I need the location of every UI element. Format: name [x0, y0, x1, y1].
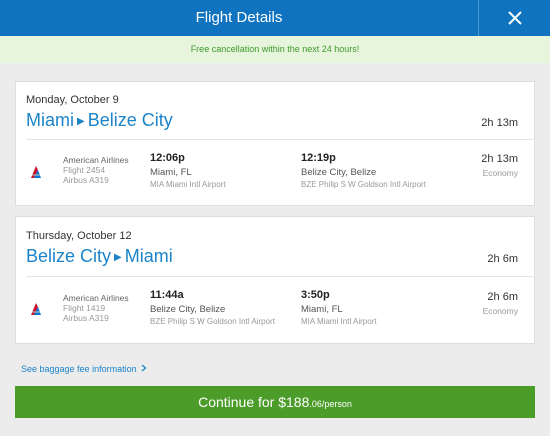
airline-name: American Airlines	[63, 293, 129, 303]
close-button[interactable]	[478, 0, 550, 36]
close-icon	[508, 11, 522, 25]
segment-duration: 2h 6m	[487, 291, 518, 303]
american-airlines-logo-icon	[31, 303, 41, 315]
divider	[26, 276, 534, 277]
continue-button-label: Continue for $188	[198, 394, 310, 410]
departure-city: Belize City, Belize	[150, 304, 226, 315]
arrival-time: 3:50p	[301, 289, 330, 301]
departure-airport: BZE Philip S W Goldson Intl Airport	[150, 317, 275, 326]
triangle-right-icon: ▶	[114, 252, 122, 263]
chevron-right-icon	[141, 364, 147, 372]
arrival-segment: 12:19p Belize City, Belize BZE Philip S …	[301, 152, 426, 191]
baggage-fee-link[interactable]: See baggage fee information	[21, 364, 147, 374]
arrival-airport: BZE Philip S W Goldson Intl Airport	[301, 180, 426, 189]
departure-segment: 12:06p Miami, FL MIA Miami Intl Airport	[150, 152, 226, 191]
trip-date: Monday, October 9	[26, 94, 119, 106]
departure-segment: 11:44a Belize City, Belize BZE Philip S …	[150, 289, 275, 328]
baggage-fee-link-label: See baggage fee information	[21, 364, 137, 374]
arrival-city: Belize City, Belize	[301, 167, 377, 178]
arrival-time: 12:19p	[301, 152, 336, 164]
trip-duration: 2h 13m	[481, 117, 518, 129]
triangle-right-icon: ▶	[77, 116, 85, 127]
trip-route: Miami ▶ Belize City	[26, 110, 173, 131]
route-origin: Miami	[26, 110, 74, 130]
trip-card-return: Thursday, October 12 Belize City ▶ Miami 2…	[15, 216, 535, 344]
trip-duration: 2h 6m	[487, 253, 518, 265]
continue-button[interactable]: Continue for $188.06/person	[15, 386, 535, 418]
airline-info: American Airlines Flight 2454 Airbus A31…	[63, 155, 129, 185]
departure-time: 12:06p	[150, 152, 185, 164]
continue-button-price-suffix: .06/person	[309, 399, 352, 409]
route-destination: Miami	[124, 246, 173, 266]
arrival-city: Miami, FL	[301, 304, 343, 315]
airline-info: American Airlines Flight 1419 Airbus A31…	[63, 293, 129, 323]
trip-route: Belize City ▶ Miami	[26, 246, 173, 267]
arrival-airport: MIA Miami Intl Airport	[301, 317, 377, 326]
flight-number: Flight 1419	[63, 303, 106, 313]
trip-date: Thursday, October 12	[26, 230, 132, 242]
aircraft-type: Airbus A319	[63, 313, 109, 323]
aircraft-type: Airbus A319	[63, 175, 109, 185]
free-cancellation-banner: Free cancellation within the next 24 hou…	[0, 36, 550, 63]
departure-city: Miami, FL	[150, 167, 192, 178]
airline-name: American Airlines	[63, 155, 129, 165]
american-airlines-logo-icon	[31, 166, 41, 178]
route-origin: Belize City	[26, 246, 112, 266]
cabin-class: Economy	[482, 168, 518, 178]
segment-duration: 2h 13m	[481, 153, 518, 165]
arrival-segment: 3:50p Miami, FL MIA Miami Intl Airport	[301, 289, 377, 328]
trip-card-outbound: Monday, October 9 Miami ▶ Belize City 2h 1…	[15, 81, 535, 206]
departure-time: 11:44a	[150, 289, 184, 301]
header-bar: Flight Details	[0, 0, 550, 36]
route-destination: Belize City	[87, 110, 173, 130]
departure-airport: MIA Miami Intl Airport	[150, 180, 226, 189]
divider	[26, 139, 534, 140]
cabin-class: Economy	[482, 306, 518, 316]
segment-summary: 2h 6m Economy	[483, 291, 518, 316]
segment-summary: 2h 13m Economy	[481, 153, 518, 178]
flight-number: Flight 2454	[63, 165, 106, 175]
page-title: Flight Details	[195, 9, 283, 26]
